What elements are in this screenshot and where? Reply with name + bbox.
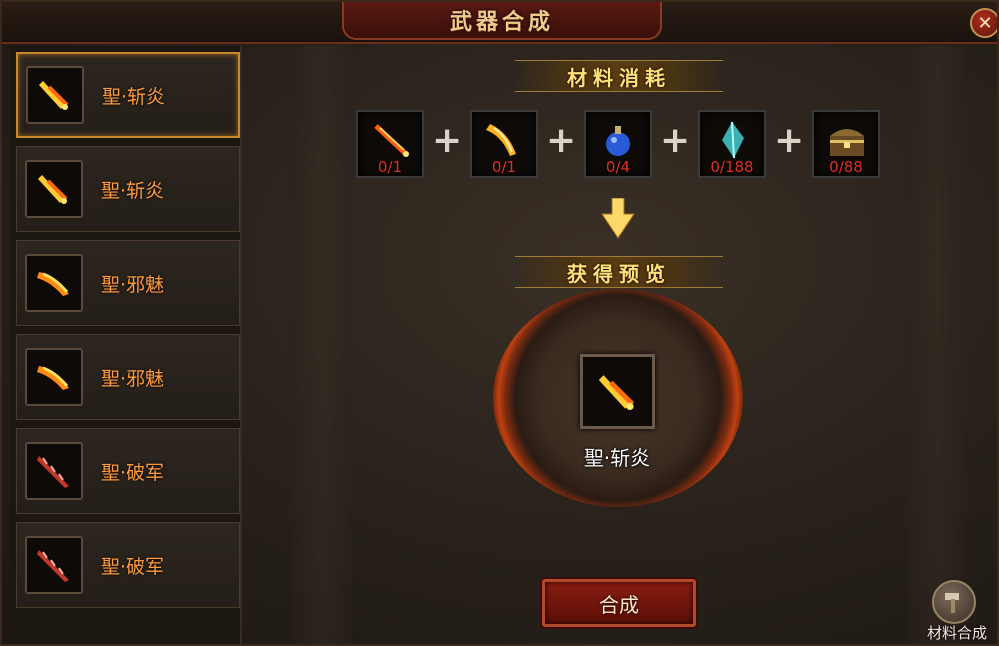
material-count: 0/1 bbox=[491, 158, 517, 176]
plus-icon: + bbox=[660, 120, 691, 161]
material-craft-button[interactable]: 材料合成 bbox=[918, 580, 996, 644]
weapon-list-item-label: 聖·破军 bbox=[101, 555, 165, 578]
material-count: 0/1 bbox=[377, 158, 403, 176]
preview-slot[interactable] bbox=[580, 354, 655, 429]
weapon-list-item-label: 聖·斩炎 bbox=[101, 179, 165, 202]
weapon-list-item[interactable]: 聖·破军 bbox=[16, 428, 240, 514]
weapon-list-item[interactable]: 聖·邪魅 bbox=[16, 334, 240, 420]
close-button[interactable]: ✕ bbox=[970, 8, 997, 38]
crystal-icon bbox=[722, 121, 744, 159]
craft-button-label: 合成 bbox=[599, 592, 639, 617]
material-slot[interactable]: 0/1 bbox=[470, 110, 538, 178]
weapon-list-item-label: 聖·斩炎 bbox=[102, 85, 166, 108]
material-slot[interactable]: 0/88 bbox=[812, 110, 880, 178]
material-count: 0/88 bbox=[829, 158, 863, 176]
flame-sword-icon bbox=[598, 374, 634, 410]
gold-blade-icon bbox=[486, 124, 516, 156]
red-blade-icon bbox=[25, 442, 83, 500]
close-icon: ✕ bbox=[977, 12, 993, 34]
weapon-list-item[interactable]: 聖·斩炎 bbox=[16, 146, 240, 232]
weapon-craft-window: 武器合成 ✕ 聖·斩炎 聖·斩炎 聖·邪魅 聖·邪魅 聖·破军 聖·破军 材料消… bbox=[0, 0, 999, 646]
title-plate: 武器合成 bbox=[342, 2, 662, 40]
red-blade-icon bbox=[25, 536, 83, 594]
title-bar: 武器合成 ✕ bbox=[2, 2, 997, 44]
flame-sword-icon bbox=[26, 66, 84, 124]
preview-item-name: 聖·斩炎 bbox=[583, 446, 651, 470]
materials-title: 材料消耗 bbox=[567, 65, 671, 90]
weapon-list-item[interactable]: 聖·斩炎 bbox=[16, 52, 240, 138]
decor-pillar bbox=[292, 46, 352, 644]
weapon-list-item[interactable]: 聖·破军 bbox=[16, 522, 240, 608]
weapon-list-item-label: 聖·破军 bbox=[101, 461, 165, 484]
material-slot[interactable]: 0/188 bbox=[698, 110, 766, 178]
hammer-icon bbox=[932, 580, 976, 624]
material-count: 0/4 bbox=[605, 158, 631, 176]
weapon-list-item-label: 聖·邪魅 bbox=[101, 273, 165, 296]
arrow-down-icon bbox=[601, 198, 635, 239]
plus-icon: + bbox=[774, 120, 805, 161]
fire-sword-icon bbox=[374, 124, 409, 157]
material-slot[interactable]: 0/4 bbox=[584, 110, 652, 178]
materials-header: 材料消耗 bbox=[515, 60, 723, 92]
weapon-list-item-label: 聖·邪魅 bbox=[101, 367, 165, 390]
craft-button[interactable]: 合成 bbox=[542, 579, 696, 627]
material-count: 0/188 bbox=[710, 158, 754, 176]
flame-sword-icon bbox=[25, 160, 83, 218]
weapon-list-item[interactable]: 聖·邪魅 bbox=[16, 240, 240, 326]
fire-blade-icon bbox=[25, 348, 83, 406]
weapon-list: 聖·斩炎 聖·斩炎 聖·邪魅 聖·邪魅 聖·破军 聖·破军 bbox=[10, 46, 242, 644]
decor-pillar bbox=[907, 46, 967, 644]
material-craft-label: 材料合成 bbox=[926, 624, 987, 642]
plus-icon: + bbox=[432, 120, 463, 161]
plus-icon: + bbox=[546, 120, 577, 161]
fire-blade-icon bbox=[25, 254, 83, 312]
treasure-chest-icon bbox=[830, 129, 864, 156]
blue-potion-icon bbox=[606, 126, 630, 156]
preview-header: 获得预览 bbox=[515, 256, 723, 288]
window-title: 武器合成 bbox=[449, 10, 554, 35]
material-slot[interactable]: 0/1 bbox=[356, 110, 424, 178]
preview-title: 获得预览 bbox=[567, 261, 671, 286]
